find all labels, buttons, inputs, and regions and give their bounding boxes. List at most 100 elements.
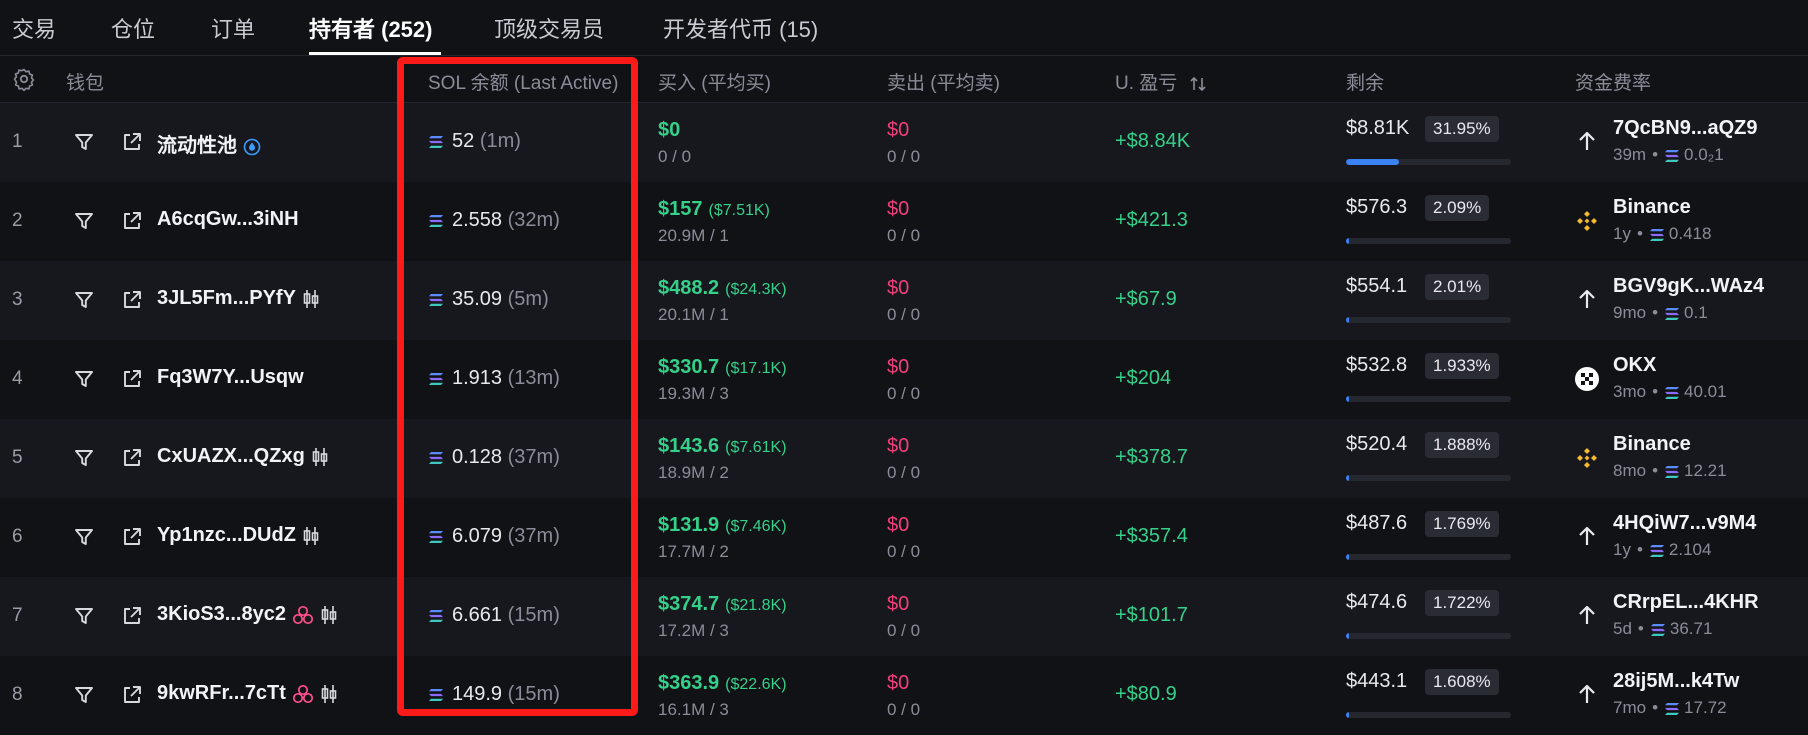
buy-value: $0 bbox=[658, 119, 681, 141]
external-link-icon[interactable] bbox=[121, 368, 143, 390]
funding-sol-amount: 0.418 bbox=[1668, 224, 1712, 243]
sell-amount: $0 bbox=[887, 514, 910, 536]
remaining-value: $487.6 bbox=[1346, 512, 1408, 534]
active-tab-indicator bbox=[309, 52, 441, 55]
buy-tokens-count: 0 / 0 bbox=[658, 147, 692, 166]
funding-source-name[interactable]: 7QcBN9...aQZ9 bbox=[1613, 117, 1758, 140]
funding-source-name[interactable]: Binance bbox=[1613, 433, 1691, 456]
funding-source-meta: 7mo • 17.72 bbox=[1613, 698, 1727, 718]
separator-dot: • bbox=[1636, 224, 1643, 243]
separator-dot: • bbox=[1637, 619, 1644, 638]
funding-source-name[interactable]: CRrpEL...4KHR bbox=[1613, 591, 1759, 614]
col-sol-balance[interactable]: SOL 余额 (Last Active) bbox=[428, 68, 618, 95]
holding-percent-badge: 1.722% bbox=[1425, 590, 1499, 616]
sol-amount: 6.079 bbox=[452, 525, 503, 547]
row-index: 2 bbox=[12, 210, 23, 231]
external-link-icon[interactable] bbox=[121, 684, 143, 706]
holding-progress-bar bbox=[1346, 475, 1511, 481]
filter-icon[interactable] bbox=[73, 368, 95, 390]
wallet-address[interactable]: 3KioS3...8yc2 bbox=[157, 603, 338, 626]
wallet-address[interactable]: A6cqGw...3iNH bbox=[157, 208, 299, 231]
sol-amount: 35.09 bbox=[452, 288, 503, 310]
tab-positions[interactable]: 仓位 bbox=[111, 12, 155, 44]
sol-amount: 1.913 bbox=[452, 367, 503, 389]
col-pnl[interactable]: U. 盈亏 bbox=[1115, 68, 1207, 95]
buy-amount: $488.2 ($24.3K) bbox=[658, 277, 787, 300]
filter-icon[interactable] bbox=[73, 447, 95, 469]
funding-source-name[interactable]: OKX bbox=[1613, 354, 1656, 377]
wallet-address[interactable]: Fq3W7Y...Usqw bbox=[157, 366, 304, 389]
liquidity-drop-icon bbox=[243, 138, 261, 156]
holding-percent-badge: 2.01% bbox=[1425, 274, 1490, 300]
external-link-icon[interactable] bbox=[121, 526, 143, 548]
funding-age: 9mo bbox=[1613, 303, 1647, 322]
sol-balance: 6.079 (37m) bbox=[428, 525, 560, 548]
sell-amount: $0 bbox=[887, 119, 910, 141]
wallet-address[interactable]: 9kwRFr...7cTt bbox=[157, 682, 338, 705]
solana-icon bbox=[429, 293, 443, 306]
holding-percent-badge: 1.888% bbox=[1425, 432, 1499, 458]
filter-icon[interactable] bbox=[73, 684, 95, 706]
external-link-icon[interactable] bbox=[121, 210, 143, 232]
external-link-icon[interactable] bbox=[121, 447, 143, 469]
funding-source-name[interactable]: 4HQiW7...v9M4 bbox=[1613, 512, 1756, 535]
wallet-address[interactable]: 3JL5Fm...PYfY bbox=[157, 287, 320, 310]
filter-icon[interactable] bbox=[73, 289, 95, 311]
holding-progress-fill bbox=[1346, 396, 1349, 402]
filter-icon[interactable] bbox=[73, 605, 95, 627]
wallet-address[interactable]: 流动性池 bbox=[157, 129, 261, 158]
last-active: (37m) bbox=[507, 446, 560, 468]
buy-value: $131.9 bbox=[658, 514, 720, 536]
separator-dot: • bbox=[1652, 145, 1659, 164]
sort-icon[interactable] bbox=[1189, 76, 1207, 92]
tab-trades[interactable]: 交易 bbox=[12, 12, 56, 44]
external-link-icon[interactable] bbox=[121, 289, 143, 311]
funding-source-name[interactable]: Binance bbox=[1613, 196, 1691, 219]
binance-icon bbox=[1577, 211, 1597, 231]
gear-icon[interactable] bbox=[12, 67, 36, 91]
row-index: 4 bbox=[12, 368, 23, 389]
funding-source-name[interactable]: 28ij5M...k4Tw bbox=[1613, 670, 1739, 693]
funding-source-name[interactable]: BGV9gK...WAz4 bbox=[1613, 275, 1764, 298]
solana-icon bbox=[1665, 149, 1680, 162]
col-sell[interactable]: 卖出 (平均卖) bbox=[887, 68, 1000, 95]
solana-icon bbox=[429, 451, 443, 464]
funding-age: 8mo bbox=[1613, 461, 1647, 480]
wallet-label: A6cqGw...3iNH bbox=[157, 208, 299, 230]
last-active: (15m) bbox=[507, 683, 560, 705]
funding-age: 7mo bbox=[1613, 698, 1647, 717]
tab-dev-tokens[interactable]: 开发者代币 (15) bbox=[663, 12, 818, 44]
remaining-value: $443.1 bbox=[1346, 670, 1408, 692]
buy-value: $157 bbox=[658, 198, 703, 220]
funding-age: 1y bbox=[1613, 540, 1631, 559]
filter-icon[interactable] bbox=[73, 131, 95, 153]
sol-amount: 149.9 bbox=[452, 683, 503, 705]
sol-amount: 0.128 bbox=[452, 446, 503, 468]
candlestick-icon bbox=[321, 684, 337, 703]
filter-icon[interactable] bbox=[73, 526, 95, 548]
sol-balance: 0.128 (37m) bbox=[428, 446, 560, 469]
row-index: 7 bbox=[12, 605, 23, 626]
holding-progress-bar bbox=[1346, 712, 1511, 718]
solana-icon bbox=[429, 609, 443, 622]
col-remaining[interactable]: 剩余 bbox=[1346, 68, 1384, 95]
tab-top-traders[interactable]: 顶级交易员 bbox=[494, 12, 604, 44]
wallet-address[interactable]: CxUAZX...QZxg bbox=[157, 445, 329, 468]
unrealized-pnl: +$378.7 bbox=[1115, 446, 1188, 468]
funding-source-meta: 9mo • 0.1 bbox=[1613, 303, 1708, 323]
tab-orders[interactable]: 订单 bbox=[211, 12, 255, 44]
external-link-icon[interactable] bbox=[121, 605, 143, 627]
holder-tabs: 交易 仓位 订单 持有者 (252) 顶级交易员 开发者代币 (15) bbox=[0, 0, 1808, 56]
table-row: 1 流动性池 52 (1m) $0 0 / 0 $0 0 / 0 +$8.84K… bbox=[0, 103, 1808, 182]
buy-average: ($24.3K) bbox=[725, 281, 787, 298]
row-index: 5 bbox=[12, 447, 23, 468]
funding-sol-amount: 40.01 bbox=[1684, 382, 1727, 401]
col-buy[interactable]: 买入 (平均买) bbox=[658, 68, 771, 95]
tab-holders[interactable]: 持有者 (252) bbox=[309, 12, 432, 44]
remaining-value: $576.3 bbox=[1346, 196, 1408, 218]
wallet-address[interactable]: Yp1nzc...DUdZ bbox=[157, 524, 320, 547]
funding-sol-amount: 36.71 bbox=[1669, 619, 1713, 638]
separator-dot: • bbox=[1652, 303, 1659, 322]
filter-icon[interactable] bbox=[73, 210, 95, 232]
external-link-icon[interactable] bbox=[121, 131, 143, 153]
